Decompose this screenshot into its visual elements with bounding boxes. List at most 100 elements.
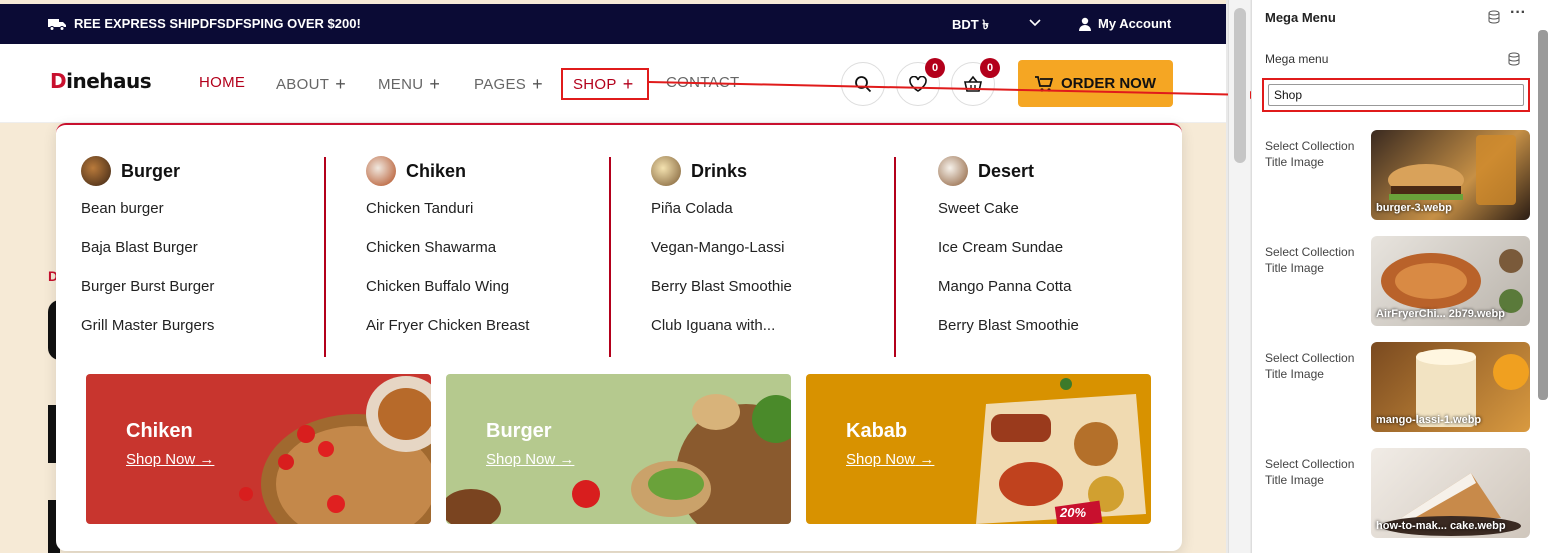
input-inner-border	[1268, 84, 1524, 106]
mega-link[interactable]: Baja Blast Burger	[81, 238, 214, 277]
collection-filename: burger-3.webp	[1376, 202, 1452, 214]
cart-badge: 0	[980, 58, 1000, 78]
logo-text: inehaus	[66, 69, 152, 93]
wishlist-badge: 0	[925, 58, 945, 78]
banner-food-art	[239, 376, 431, 524]
arrow-right-icon: →	[199, 451, 215, 468]
input-value: Shop	[1274, 88, 1303, 102]
banner-burger[interactable]: Burger Shop Now →	[446, 374, 791, 524]
account-label: My Account	[1098, 16, 1172, 31]
collection-label: Select Collection Title Image	[1265, 139, 1355, 169]
mega-link[interactable]: Burger Burst Burger	[81, 277, 214, 316]
field-label: Mega menu	[1265, 52, 1329, 66]
scrollbar-thumb[interactable]	[1234, 8, 1246, 163]
nav-home[interactable]: HOME	[199, 74, 245, 91]
highlight-box-shop	[561, 68, 649, 100]
mega-link[interactable]: Berry Blast Smoothie	[651, 277, 792, 316]
collection-label: Select Collection Title Image	[1265, 351, 1355, 381]
banner-link[interactable]: Shop Now →	[846, 451, 934, 468]
column-divider	[894, 157, 896, 357]
collection-label: Select Collection Title Image	[1265, 245, 1355, 275]
banner-link[interactable]: Shop Now →	[486, 451, 574, 468]
user-icon	[1079, 17, 1091, 31]
wishlist-button[interactable]: 0	[896, 58, 945, 106]
promo-text: REE EXPRESS SHIPDFSDFSPING OVER $200!	[74, 16, 361, 31]
banner-link-label: Shop Now	[846, 451, 916, 468]
discount-tag: 20%	[1060, 505, 1087, 520]
nav-about-label: ABOUT	[276, 76, 330, 93]
chevron-down-icon[interactable]	[1028, 15, 1042, 29]
preview-scrollbar[interactable]	[1228, 0, 1250, 553]
mega-link[interactable]: Chicken Buffalo Wing	[366, 277, 529, 316]
nav-about[interactable]: ABOUT +	[276, 74, 346, 95]
cart-icon	[1035, 75, 1053, 92]
mega-link[interactable]: Chicken Shawarma	[366, 238, 529, 277]
account-link[interactable]: My Account	[1078, 16, 1171, 31]
mega-link[interactable]: Sweet Cake	[938, 199, 1079, 238]
mega-column-title: Chiken	[406, 160, 467, 181]
banner-chiken[interactable]: Chiken Shop Now →	[86, 374, 431, 524]
promo: REE EXPRESS SHIPDFSDFSPING OVER $200!	[48, 16, 361, 31]
mega-link[interactable]: Bean burger	[81, 199, 214, 238]
desert-thumb	[938, 156, 968, 186]
mega-column-heading[interactable]: Burger	[81, 155, 214, 187]
mega-link[interactable]: Ice Cream Sundae	[938, 238, 1079, 277]
mega-link[interactable]: Vegan-Mango-Lassi	[651, 238, 792, 277]
banner-food-art	[446, 394, 791, 524]
mega-menu-input[interactable]: Shop	[1262, 78, 1530, 112]
arrow-right-icon: →	[919, 451, 935, 468]
database-icon[interactable]	[1487, 10, 1501, 24]
banner-food-art	[976, 378, 1146, 524]
more-options-icon[interactable]: ···	[1510, 4, 1526, 22]
mega-column-heading[interactable]: Drinks	[651, 155, 792, 187]
mega-column-drinks: Drinks Piña Colada Vegan-Mango-Lassi Ber…	[651, 155, 792, 355]
nav-menu[interactable]: MENU +	[378, 74, 440, 95]
banner-kabab[interactable]: Kabab Shop Now → 20%	[806, 374, 1151, 524]
banner-link-label: Shop Now	[126, 451, 196, 468]
banner-link-label: Shop Now	[486, 451, 556, 468]
logo[interactable]: Dinehaus	[50, 69, 152, 93]
mega-link[interactable]: Grill Master Burgers	[81, 316, 214, 355]
search-icon	[855, 76, 872, 93]
order-now-label: ORDER NOW	[1061, 75, 1156, 92]
nav-contact-label: CONTACT	[666, 74, 740, 91]
truck-icon	[48, 18, 66, 31]
search-button[interactable]	[841, 62, 885, 106]
mega-column-title: Desert	[978, 160, 1035, 181]
order-now-button[interactable]: ORDER NOW	[1018, 60, 1173, 107]
mega-column-heading[interactable]: Desert	[938, 155, 1079, 187]
nav-pages-label: PAGES	[474, 76, 527, 93]
mega-link[interactable]: Air Fryer Chicken Breast	[366, 316, 529, 355]
mega-link[interactable]: Club Iguana with...	[651, 316, 792, 355]
mega-column-desert: Desert Sweet Cake Ice Cream Sundae Mango…	[938, 155, 1079, 355]
nav-contact[interactable]: CONTACT	[666, 74, 739, 91]
mega-column-heading[interactable]: Chiken	[366, 155, 529, 187]
site-preview: REE EXPRESS SHIPDFSDFSPING OVER $200! BD…	[0, 0, 1226, 553]
drinks-thumb	[651, 156, 681, 186]
collection-filename: mango-lassi-1.webp	[1376, 414, 1482, 426]
nav-menu-label: MENU	[378, 76, 424, 93]
mega-link[interactable]: Berry Blast Smoothie	[938, 316, 1079, 355]
site-header: Dinehaus HOME ABOUT + MENU + PAGES + SHOP + …	[0, 44, 1226, 123]
collection-image-picker[interactable]: how-to-mak... cake.webp	[1371, 448, 1530, 538]
mega-column-title: Drinks	[691, 160, 748, 181]
logo-initial: D	[50, 69, 67, 93]
banner-link[interactable]: Shop Now →	[126, 451, 214, 468]
currency-select[interactable]: BDT ৳	[952, 16, 989, 37]
banner-title: Burger	[486, 420, 552, 442]
banner-title: Kabab	[846, 420, 908, 442]
database-icon[interactable]	[1507, 52, 1521, 66]
mega-link[interactable]: Mango Panna Cotta	[938, 277, 1079, 316]
nav-pages[interactable]: PAGES +	[474, 74, 543, 95]
plus-icon: +	[429, 74, 441, 94]
banner-title: Chiken	[126, 420, 193, 442]
collection-image-picker[interactable]: mango-lassi-1.webp	[1371, 342, 1530, 432]
plus-icon: +	[532, 74, 543, 94]
cart-button[interactable]: 0	[951, 58, 1000, 106]
sidebar-scrollbar[interactable]	[1538, 30, 1548, 400]
collection-image-picker[interactable]: AirFryerChi... 2b79.webp	[1371, 236, 1530, 326]
collection-filename: how-to-mak... cake.webp	[1376, 520, 1506, 532]
collection-image-picker[interactable]: burger-3.webp	[1371, 130, 1530, 220]
mega-link[interactable]: Piña Colada	[651, 199, 792, 238]
mega-link[interactable]: Chicken Tanduri	[366, 199, 529, 238]
